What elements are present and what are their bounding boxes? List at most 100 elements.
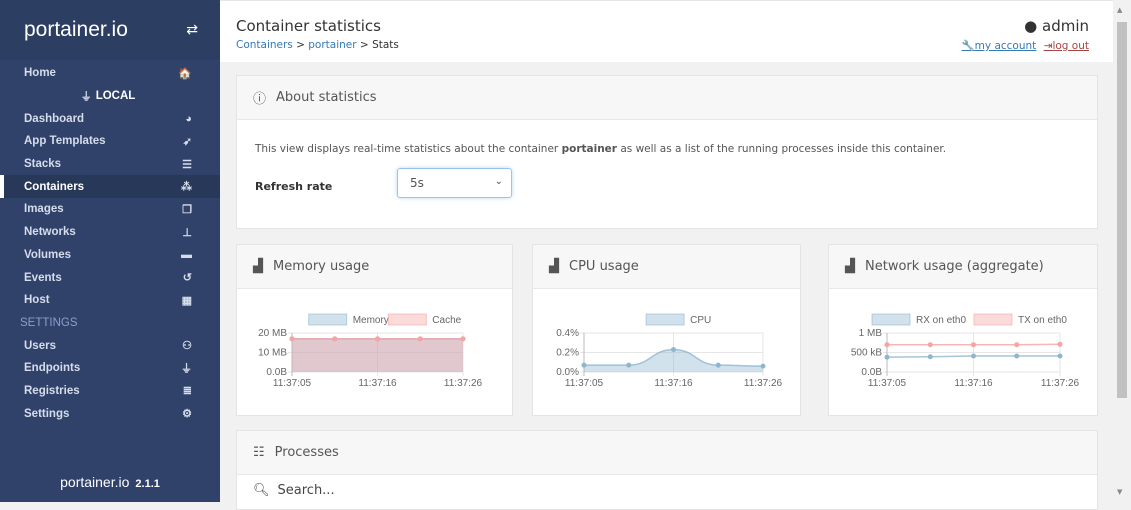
y-tick-label: 0.4% (556, 328, 579, 339)
cpu-chart: CPU0.0%0.2%0.4%11:37:0511:37:1611:37:26 (533, 289, 802, 415)
breadcrumb-stats: Stats (372, 39, 399, 51)
about-heading: ⓘAbout statistics (237, 76, 1097, 120)
legend-swatch (872, 314, 910, 325)
info-circle-icon: ⓘ (253, 88, 266, 107)
desc-text: This view displays real-time statistics … (255, 143, 562, 155)
tachometer-icon: ◕ (185, 113, 192, 125)
sidebar-item-label: Containers (24, 181, 84, 193)
sidebar-item-containers[interactable]: Containers⁂ (0, 175, 220, 198)
sidebar-item-settings[interactable]: Settings⚙ (0, 402, 220, 425)
sidebar-item-settings: SETTINGS (0, 312, 220, 335)
data-point (1058, 342, 1063, 347)
network-title: Network usage (aggregate) (865, 259, 1044, 274)
data-point (1014, 342, 1019, 347)
scroll-up-icon[interactable]: ▲ (1117, 6, 1122, 14)
cpu-panel: ▟CPU usage CPU0.0%0.2%0.4%11:37:0511:37:… (532, 244, 801, 416)
legend-label: Cache (432, 315, 461, 326)
x-tick-label: 11:37:05 (273, 378, 312, 389)
area-chart-icon: ▟ (253, 259, 263, 274)
container-name: portainer (562, 143, 617, 155)
legend-swatch (309, 314, 347, 325)
scroll-down-icon[interactable]: ▼ (1117, 488, 1122, 496)
memory-panel: ▟Memory usage MemoryCache0.0B10 MB20 MB1… (236, 244, 513, 416)
legend-label: CPU (690, 315, 711, 326)
sitemap-icon: ⊥ (182, 226, 192, 239)
sidebar-item-images[interactable]: Images❐ (0, 198, 220, 221)
processes-heading: ☷Processes (237, 431, 1097, 475)
x-tick-label: 11:37:26 (1041, 378, 1080, 389)
sidebar-item-label: Settings (24, 408, 69, 420)
sidebar-item-volumes[interactable]: Volumes ▬ (0, 244, 220, 267)
sidebar-item-app-templates[interactable]: App Templates➶ (0, 130, 220, 153)
y-tick-label: 0.2% (556, 348, 579, 359)
y-tick-label: 500 kB (851, 348, 882, 359)
sidebar-item-home[interactable]: Home🏠 (0, 62, 220, 85)
about-panel: ⓘAbout statistics This view displays rea… (236, 75, 1098, 229)
sidebar-item-label: Registries (24, 385, 80, 397)
area-chart-icon: ▟ (845, 259, 855, 274)
sidebar-item-label: Stacks (24, 158, 61, 170)
network-heading: ▟ Network usage (aggregate) (829, 245, 1097, 289)
cpu-title: CPU usage (569, 259, 639, 274)
sidebar-item-label: Volumes (24, 249, 71, 261)
hdd-icon: ▬ (181, 249, 192, 261)
series-area (292, 339, 463, 372)
search-icon: 🔍︎ (253, 483, 270, 498)
database-icon: ≣ (183, 384, 192, 397)
sidebar: portainer.io ⇄ Home🏠⏚LOCALDashboard◕App … (0, 0, 220, 502)
sidebar-item-label: Users (24, 340, 56, 352)
user-name: ● admin (1024, 17, 1089, 35)
data-point (885, 342, 890, 347)
brand[interactable]: portainer.io ⇄ (0, 0, 220, 60)
data-point (971, 342, 976, 347)
toggle-sidebar-icon[interactable]: ⇄ (186, 22, 198, 38)
processes-panel: ☷Processes 🔍︎ Search... (236, 430, 1098, 510)
x-tick-label: 11:37:16 (358, 378, 397, 389)
my-account-label: my account (975, 40, 1037, 52)
clone-icon: ❐ (182, 203, 192, 216)
user-circle-icon: ● (1024, 17, 1037, 35)
sidebar-item-local[interactable]: ⏚LOCAL (0, 85, 220, 108)
data-point (1058, 354, 1063, 359)
data-point (885, 355, 890, 360)
history-icon: ↺ (183, 271, 192, 284)
data-point (418, 336, 423, 341)
th-list-icon: ☰ (182, 158, 192, 171)
process-search[interactable]: 🔍︎ Search... (237, 475, 1097, 505)
sidebar-item-users[interactable]: Users ⚇ (0, 334, 220, 357)
search-input[interactable]: Search... (278, 483, 335, 498)
scrollbar[interactable]: ▲ ▼ (1113, 0, 1131, 502)
breadcrumb-portainer[interactable]: portainer (308, 39, 356, 51)
sidebar-item-label: App Templates (24, 135, 106, 147)
wrench-icon: 🔧 (962, 40, 975, 52)
memory-chart: MemoryCache0.0B10 MB20 MB11:37:0511:37:1… (237, 289, 514, 415)
sidebar-item-registries[interactable]: Registries ≣ (0, 380, 220, 403)
legend-label: Memory (353, 315, 389, 326)
sidebar-item-host[interactable]: Host▦ (0, 289, 220, 312)
x-tick-label: 11:37:16 (654, 378, 693, 389)
breadcrumb-containers[interactable]: Containers (236, 39, 293, 51)
sidebar-item-label: Events (24, 272, 62, 284)
data-point (582, 363, 587, 368)
sidebar-item-endpoints[interactable]: Endpoints⏚ (0, 357, 220, 380)
network-chart: RX on eth0TX on eth00.0B500 kB1 MB11:37:… (829, 289, 1099, 415)
sidebar-footer: portainer.io2.1.1 (0, 474, 220, 490)
y-tick-label: 10 MB (258, 348, 287, 359)
y-tick-label: 0.0% (556, 367, 579, 378)
sidebar-item-dashboard[interactable]: Dashboard◕ (0, 107, 220, 130)
portainer-logo[interactable]: portainer.io (24, 18, 128, 42)
refresh-rate-select[interactable]: 5s⌄ (397, 168, 512, 198)
log-out-link[interactable]: ⇥log out (1044, 40, 1089, 52)
scrollbar-thumb[interactable] (1117, 22, 1127, 398)
cpu-heading: ▟CPU usage (533, 245, 800, 289)
users-icon: ⚇ (182, 339, 192, 352)
sidebar-item-networks[interactable]: Networks⊥ (0, 221, 220, 244)
data-point (971, 354, 976, 359)
sidebar-item-label: SETTINGS (20, 317, 78, 329)
tasks-icon: ☷ (253, 445, 265, 460)
my-account-link[interactable]: 🔧my account (962, 40, 1037, 52)
sidebar-item-label: Endpoints (24, 362, 80, 374)
legend-label: TX on eth0 (1018, 315, 1067, 326)
sidebar-item-stacks[interactable]: Stacks ☰ (0, 153, 220, 176)
sidebar-item-events[interactable]: Events ↺ (0, 266, 220, 289)
